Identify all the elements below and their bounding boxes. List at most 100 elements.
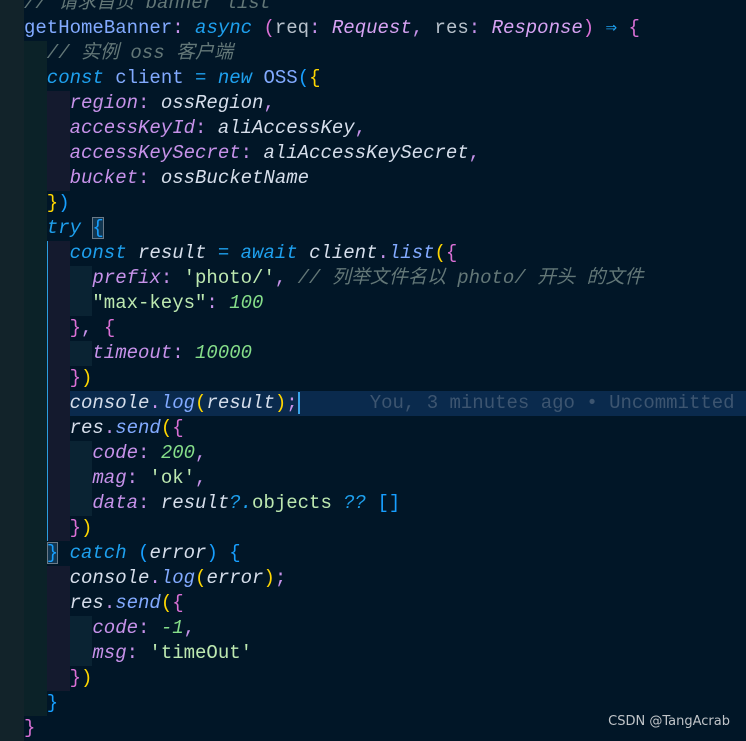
code-token: // 实例 oss 客户端 (46, 42, 234, 64)
indent-guide (46, 141, 70, 166)
code-token: = (206, 242, 241, 264)
code-line[interactable]: msg: 'timeOut' (0, 641, 746, 666)
code-token: : (138, 442, 161, 464)
code-line[interactable]: }) (0, 516, 746, 541)
code-token: msg (92, 642, 127, 664)
code-token: ) (582, 17, 595, 39)
code-line[interactable]: res.send({ (0, 591, 746, 616)
code-line[interactable]: code: -1, (0, 616, 746, 641)
code-token: } (69, 317, 81, 339)
code-token: , (183, 617, 196, 639)
code-token: req (274, 17, 310, 39)
code-line[interactable]: "max-keys": 100 (0, 291, 746, 316)
code-line[interactable]: accessKeyId: aliAccessKey, (0, 116, 746, 141)
code-line[interactable]: } catch (error) { (0, 541, 746, 566)
code-token: ; (286, 392, 298, 414)
indent-gutter (0, 716, 24, 741)
indent-guide (46, 366, 70, 391)
code-line[interactable]: region: ossRegion, (0, 91, 746, 116)
code-token: ) (81, 667, 93, 689)
code-token: : (195, 117, 218, 139)
indent-gutter (0, 416, 24, 441)
indent-gutter (0, 166, 24, 191)
code-text: }) (47, 191, 70, 216)
code-text: } (24, 716, 35, 741)
code-token: { (445, 242, 458, 264)
indent-guide (24, 666, 47, 691)
indent-gutter (0, 216, 24, 241)
code-token: result (206, 392, 275, 414)
code-line[interactable]: }, { (0, 316, 746, 341)
code-token: : (240, 142, 264, 164)
code-line[interactable]: // 实例 oss 客户端 (0, 41, 746, 66)
code-text: timeout: 10000 (92, 341, 252, 366)
code-token: { (172, 592, 184, 614)
code-line[interactable]: bucket: ossBucketName (0, 166, 746, 191)
code-token: client (297, 242, 378, 264)
code-token: 'timeOut' (149, 642, 253, 664)
indent-guide (46, 341, 70, 366)
code-line[interactable]: const result = await client.list({ (0, 241, 746, 266)
code-line[interactable]: console.log(error); (0, 566, 746, 591)
indent-guide (69, 441, 93, 466)
code-token: } (69, 517, 81, 539)
code-text: // 请求首页 banner list (24, 0, 271, 16)
code-token: async (195, 17, 253, 39)
code-token: } (24, 717, 36, 739)
code-token: } (69, 667, 81, 689)
code-line[interactable]: res.send({ (0, 416, 746, 441)
indent-guide (24, 316, 47, 341)
code-token: , (195, 467, 207, 489)
code-line[interactable]: try { (0, 216, 746, 241)
code-token: // 列举文件名以 photo/ 开头 的文件 (297, 267, 644, 289)
indent-guide (24, 341, 47, 366)
indent-guide (46, 441, 70, 466)
code-token: ) (274, 392, 287, 414)
code-line[interactable]: code: 200, (0, 441, 746, 466)
code-line[interactable]: }) (0, 366, 746, 391)
code-token: aliAccessKey (217, 117, 355, 139)
code-editor[interactable]: // 请求首页 banner list getHomeBanner: async … (0, 0, 746, 741)
indent-guide (24, 391, 47, 416)
indent-guide (69, 641, 93, 666)
code-token: ossRegion (160, 92, 264, 114)
code-token: region (69, 92, 139, 114)
code-token: error (149, 542, 207, 564)
code-token: { (628, 17, 640, 39)
code-token: -1 (160, 617, 184, 639)
code-line[interactable]: accessKeySecret: aliAccessKeySecret, (0, 141, 746, 166)
code-token: send (115, 417, 161, 439)
code-line[interactable]: getHomeBanner: async (req: Request, res:… (0, 16, 746, 41)
code-line[interactable]: mag: 'ok', (0, 466, 746, 491)
code-token: await (240, 242, 298, 264)
code-token: } (69, 367, 81, 389)
code-line[interactable]: timeout: 10000 (0, 341, 746, 366)
code-token: res (69, 417, 104, 439)
indent-gutter (0, 616, 24, 641)
code-token: ) (81, 517, 93, 539)
indent-guide (46, 316, 70, 341)
code-text: const result = await client.list({ (70, 241, 458, 266)
code-token: res (434, 17, 469, 39)
code-line[interactable]: // 请求首页 banner list (0, 0, 746, 16)
indent-guide (69, 291, 93, 316)
code-line[interactable]: prefix: 'photo/', // 列举文件名以 photo/ 开头 的文… (0, 266, 746, 291)
code-token: . (149, 392, 161, 414)
code-token: ) (58, 192, 70, 214)
indent-gutter (0, 366, 24, 391)
code-token: bucket (69, 167, 139, 189)
code-text: prefix: 'photo/', // 列举文件名以 photo/ 开头 的文… (92, 266, 643, 291)
code-line[interactable]: }) (0, 191, 746, 216)
code-line[interactable]: }) (0, 666, 746, 691)
code-token: code (92, 617, 138, 639)
code-line[interactable]: console.log(result); You, 3 minutes ago •… (0, 391, 746, 416)
code-line[interactable]: } (0, 691, 746, 716)
code-token: ( (263, 17, 275, 39)
code-line[interactable]: const client = new OSS({ (0, 66, 746, 91)
indent-guide (69, 266, 93, 291)
code-token: , (354, 117, 367, 139)
code-token: console (69, 392, 150, 414)
indent-guide (24, 141, 47, 166)
code-token: , (81, 317, 104, 339)
code-line[interactable]: data: result?.objects ?? [] (0, 491, 746, 516)
